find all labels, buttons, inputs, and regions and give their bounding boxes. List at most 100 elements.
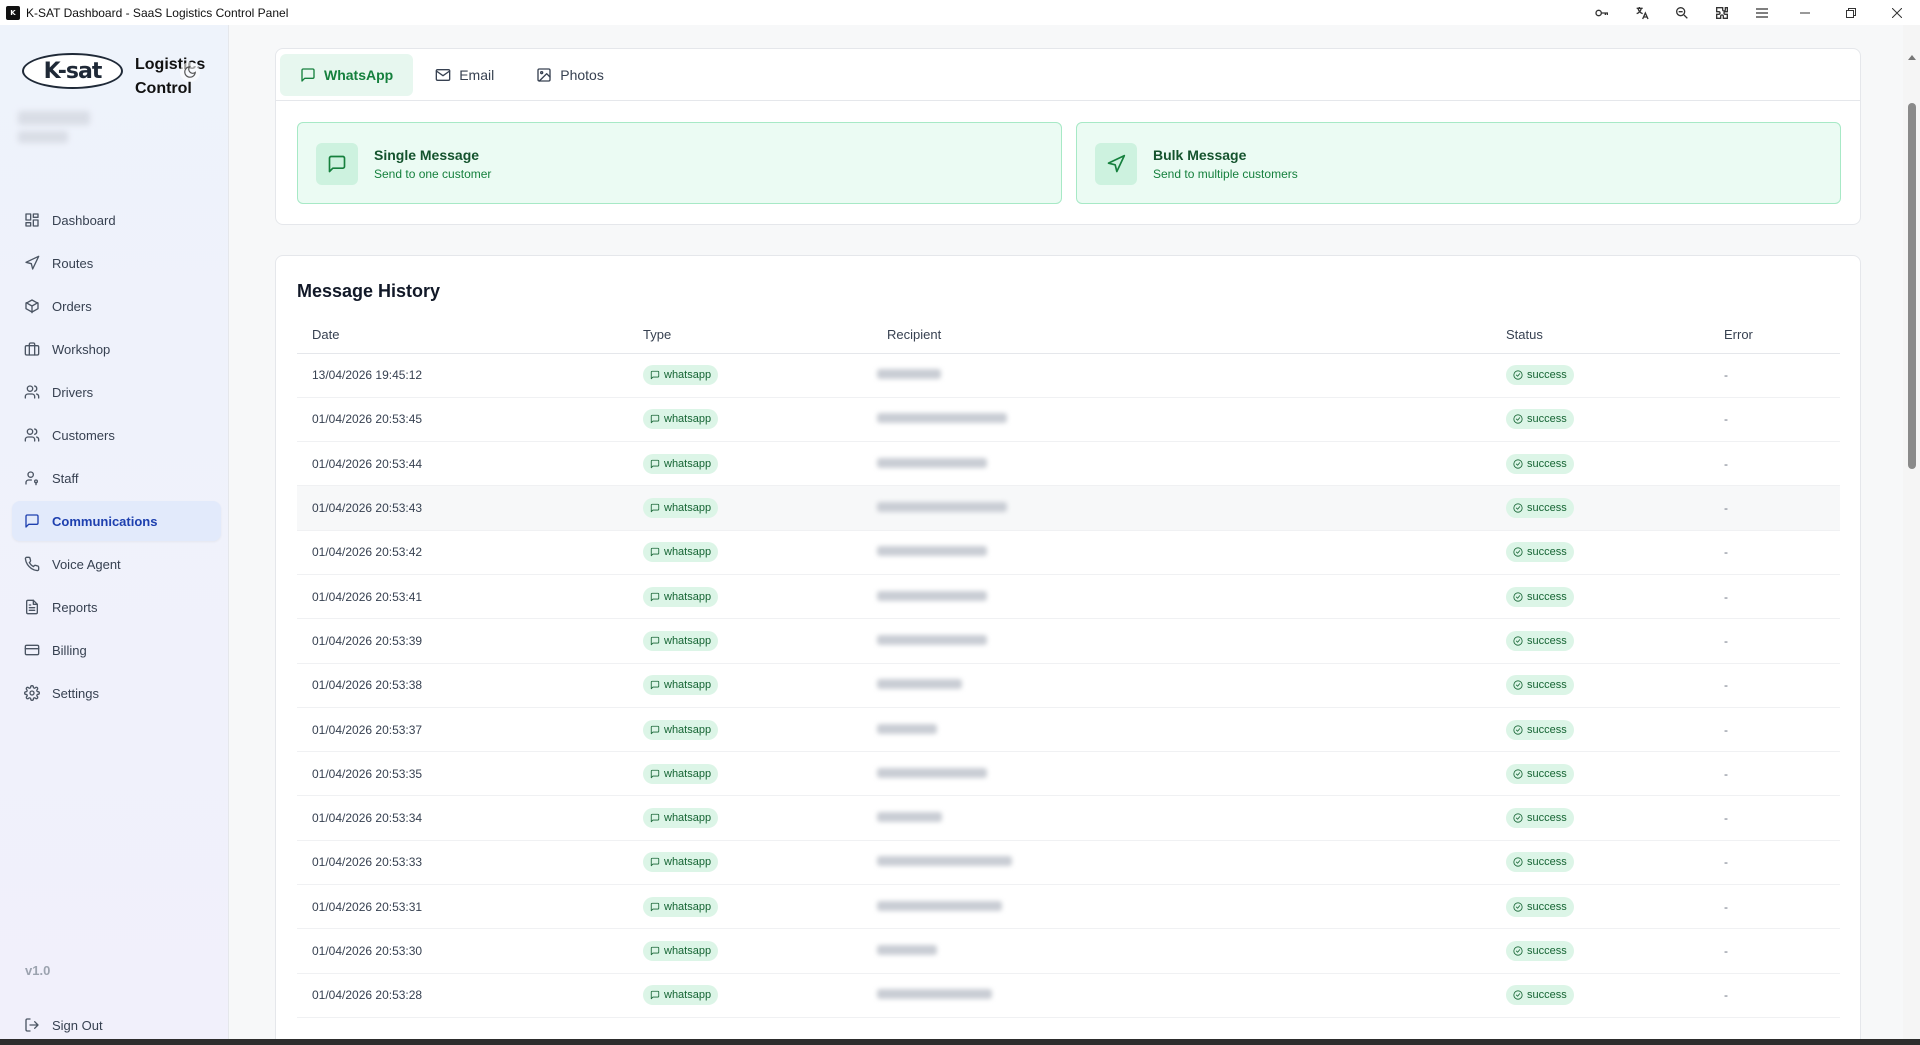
column-header-status[interactable]: Status: [1491, 316, 1709, 354]
sidebar-item-billing[interactable]: Billing: [12, 630, 221, 670]
status-badge-label: success: [1527, 812, 1567, 825]
restore-icon[interactable]: [1828, 0, 1874, 25]
table-header-row: Date Type Recipient Status Error: [297, 316, 1840, 354]
table-row[interactable]: 01/04/2026 20:53:33 whatsapp success -: [297, 840, 1840, 886]
status-badge: success: [1506, 630, 1574, 651]
cell-type: whatsapp: [628, 353, 872, 398]
sidebar-item-reports[interactable]: Reports: [12, 587, 221, 627]
check-circle-icon: [1513, 547, 1523, 557]
scroll-up-arrow-icon[interactable]: [1908, 55, 1916, 60]
sign-out-button[interactable]: Sign Out: [12, 1007, 221, 1043]
check-circle-icon: [1513, 370, 1523, 380]
brand: K-sat Logistics Control: [22, 53, 205, 97]
message-icon: [650, 813, 660, 823]
column-header-date[interactable]: Date: [297, 316, 628, 354]
status-badge: success: [1506, 365, 1574, 386]
sidebar-item-drivers[interactable]: Drivers: [12, 372, 221, 412]
message-icon: [650, 725, 660, 734]
table-row[interactable]: 01/04/2026 20:53:30 whatsapp success -: [297, 928, 1840, 974]
table-row[interactable]: 01/04/2026 20:53:34 whatsapp success -: [297, 795, 1840, 841]
sidebar-item-label: Customers: [52, 427, 115, 443]
check-circle-icon: [1513, 813, 1523, 823]
theme-toggle-button[interactable]: [180, 62, 200, 82]
status-badge-label: success: [1527, 723, 1567, 736]
table-row[interactable]: 01/04/2026 20:53:42 whatsapp success -: [297, 530, 1840, 575]
table-row[interactable]: 01/04/2026 20:53:41 whatsapp success -: [297, 574, 1840, 620]
scrollbar-thumb[interactable]: [1908, 103, 1916, 469]
sidebar-item-label: Settings: [52, 685, 99, 701]
sidebar-item-routes[interactable]: Routes: [12, 243, 221, 283]
sidebar-item-customers[interactable]: Customers: [12, 415, 221, 455]
table-row[interactable]: 01/04/2026 20:53:31 whatsapp success -: [297, 884, 1840, 930]
tab-label: WhatsApp: [324, 66, 394, 83]
cell-recipient: [872, 751, 1491, 797]
status-badge: success: [1506, 586, 1574, 607]
sidebar-item-settings[interactable]: Settings: [12, 673, 221, 713]
minimize-icon[interactable]: [1782, 0, 1828, 25]
cell-date: 01/04/2026 20:53:38: [297, 663, 628, 708]
table-row[interactable]: 01/04/2026 20:53:35 whatsapp success -: [297, 751, 1840, 797]
recipient-redacted: [877, 945, 937, 955]
recipient-redacted: [877, 590, 987, 601]
communications-panel: WhatsApp Email Photos Single Message Sen…: [275, 48, 1861, 225]
type-badge-label: whatsapp: [664, 413, 712, 426]
recipient-redacted: [877, 989, 992, 1000]
navigation-icon: [25, 255, 40, 270]
cell-type: whatsapp: [628, 485, 872, 531]
table-row[interactable]: 13/04/2026 19:45:12 whatsapp success -: [297, 353, 1840, 398]
cell-status: success: [1491, 441, 1709, 487]
translate-icon[interactable]: [1622, 0, 1662, 25]
credit-card-icon: [24, 644, 40, 656]
channel-tabs: WhatsApp Email Photos: [276, 49, 1860, 101]
page-scrollbar[interactable]: [1903, 25, 1920, 1039]
message-icon: [650, 858, 660, 867]
column-header-recipient[interactable]: Recipient: [872, 316, 1491, 354]
status-badge-label: success: [1527, 546, 1567, 559]
type-badge-label: whatsapp: [664, 945, 712, 957]
table-row[interactable]: 01/04/2026 20:53:43 whatsapp success -: [297, 485, 1840, 531]
type-badge-label: whatsapp: [664, 502, 712, 515]
key-icon[interactable]: [1582, 0, 1622, 25]
message-icon: [328, 155, 346, 173]
table-row[interactable]: 01/04/2026 20:53:28 whatsapp success -: [297, 973, 1840, 1018]
status-badge-label: success: [1527, 369, 1567, 382]
table-row[interactable]: 01/04/2026 20:53:39 whatsapp success -: [297, 618, 1840, 664]
table-row[interactable]: 01/04/2026 20:53:38 whatsapp success -: [297, 663, 1840, 708]
check-circle-icon: [1513, 459, 1523, 469]
recipient-redacted: [877, 634, 987, 645]
tab-label: Photos: [560, 66, 604, 83]
table-row[interactable]: 01/04/2026 20:53:45 whatsapp success -: [297, 397, 1840, 443]
column-header-error[interactable]: Error: [1709, 316, 1840, 354]
sidebar-item-label: Workshop: [52, 341, 111, 357]
table-row[interactable]: 01/04/2026 20:53:37 whatsapp success -: [297, 707, 1840, 753]
sidebar-item-workshop[interactable]: Workshop: [12, 329, 221, 369]
table-row[interactable]: 01/04/2026 20:53:44 whatsapp success -: [297, 441, 1840, 487]
sidebar-item-dashboard[interactable]: Dashboard: [12, 200, 221, 240]
check-circle-icon: [1513, 946, 1523, 956]
cell-status: success: [1491, 397, 1709, 443]
tab-email[interactable]: Email: [415, 54, 514, 96]
message-history-panel: Message History Date Type Recipient Stat…: [275, 255, 1861, 1045]
close-icon[interactable]: [1874, 0, 1920, 25]
sidebar-item-voice-agent[interactable]: Voice Agent: [12, 544, 221, 584]
cell-type: whatsapp: [628, 397, 872, 443]
single-message-button[interactable]: Single Message Send to one customer: [297, 122, 1062, 204]
extensions-icon[interactable]: [1702, 0, 1742, 25]
package-icon: [25, 299, 39, 314]
menu-icon[interactable]: [1742, 0, 1782, 25]
cell-error: -: [1709, 397, 1840, 443]
tab-whatsapp[interactable]: WhatsApp: [280, 53, 414, 96]
cell-type: whatsapp: [628, 751, 872, 797]
column-header-type[interactable]: Type: [628, 316, 872, 354]
type-badge-label: whatsapp: [664, 369, 712, 382]
dashboard-icon: [25, 213, 39, 227]
zoom-icon[interactable]: [1662, 0, 1702, 25]
type-badge-label: whatsapp: [664, 856, 712, 869]
sidebar-item-staff[interactable]: Staff: [12, 458, 221, 498]
sidebar-item-orders[interactable]: Orders: [12, 286, 221, 326]
cell-error: -: [1709, 840, 1840, 886]
bulk-message-button[interactable]: Bulk Message Send to multiple customers: [1076, 122, 1841, 204]
tab-photos[interactable]: Photos: [516, 54, 624, 96]
cell-date: 01/04/2026 20:53:37: [297, 707, 628, 753]
sidebar-item-communications[interactable]: Communications: [12, 501, 221, 541]
